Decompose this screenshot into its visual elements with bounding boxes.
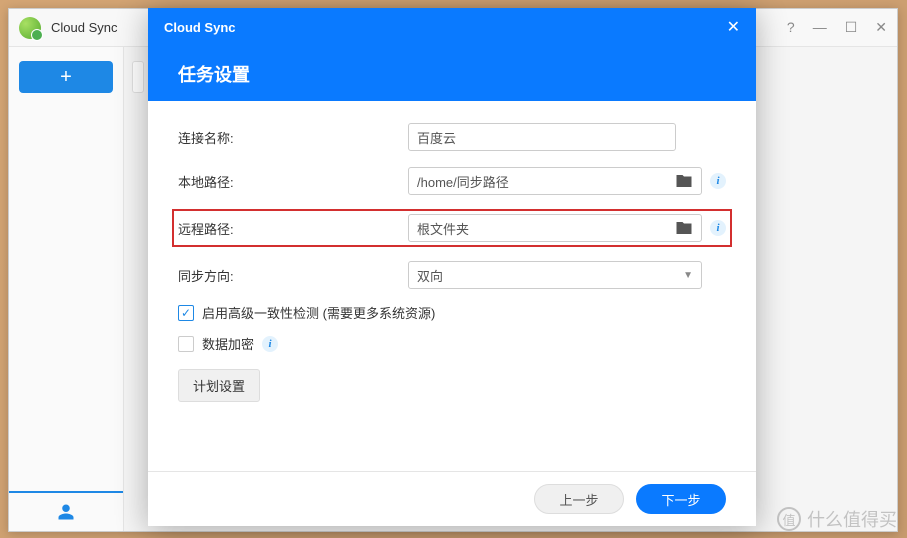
encrypt-label: 数据加密	[202, 334, 254, 353]
sync-direction-select[interactable]: 双向 ▼	[408, 261, 702, 289]
modal-title: Cloud Sync	[164, 20, 236, 35]
remote-path-input[interactable]: 根文件夹	[408, 214, 702, 242]
local-path-label: 本地路径:	[178, 172, 408, 191]
local-path-input[interactable]: /home/同步路径	[408, 167, 702, 195]
local-path-row: 本地路径: /home/同步路径 i	[178, 165, 726, 197]
modal-close-button[interactable]: ✕	[727, 17, 740, 37]
sidebar: +	[9, 47, 124, 531]
user-icon	[57, 503, 75, 521]
app-logo-icon	[19, 17, 41, 39]
list-item-placeholder	[132, 61, 144, 93]
sync-direction-label: 同步方向:	[178, 266, 408, 285]
chevron-down-icon: ▼	[683, 270, 693, 281]
connection-name-row: 连接名称: 百度云	[178, 121, 726, 153]
encrypt-checkbox[interactable]	[178, 336, 194, 352]
add-connection-button[interactable]: +	[19, 61, 113, 93]
info-icon[interactable]: i	[262, 336, 278, 352]
folder-icon[interactable]	[675, 219, 693, 237]
remote-path-label: 远程路径:	[178, 219, 408, 238]
modal-header: Cloud Sync ✕	[148, 8, 756, 46]
encrypt-row: 数据加密 i	[178, 334, 726, 353]
maximize-button[interactable]: ☐	[845, 19, 858, 36]
next-button[interactable]: 下一步	[636, 484, 726, 514]
schedule-settings-button[interactable]: 计划设置	[178, 369, 260, 402]
folder-icon[interactable]	[675, 172, 693, 190]
modal-body: 连接名称: 百度云 本地路径: /home/同步路径 i 远程路径:	[148, 101, 756, 471]
info-icon[interactable]: i	[710, 173, 726, 189]
connection-name-label: 连接名称:	[178, 128, 408, 147]
connection-name-input[interactable]: 百度云	[408, 123, 676, 151]
info-icon[interactable]: i	[710, 220, 726, 236]
minimize-button[interactable]: —	[813, 19, 827, 36]
task-settings-modal: Cloud Sync ✕ 任务设置 连接名称: 百度云 本地路径: /home/…	[148, 8, 756, 526]
close-button[interactable]: ✕	[875, 19, 887, 36]
advanced-check-label: 启用高级一致性检测 (需要更多系统资源)	[202, 303, 435, 322]
modal-section-title: 任务设置	[148, 46, 756, 101]
prev-button[interactable]: 上一步	[534, 484, 624, 514]
help-button[interactable]: ?	[787, 19, 795, 36]
window-controls: ? — ☐ ✕	[787, 19, 887, 36]
sync-direction-row: 同步方向: 双向 ▼	[178, 259, 726, 291]
advanced-check-checkbox[interactable]: ✓	[178, 305, 194, 321]
advanced-check-row: ✓ 启用高级一致性检测 (需要更多系统资源)	[178, 303, 726, 322]
modal-footer: 上一步 下一步	[148, 471, 756, 526]
sidebar-user-tab[interactable]	[9, 491, 123, 531]
remote-path-row: 远程路径: 根文件夹 i	[172, 209, 732, 247]
